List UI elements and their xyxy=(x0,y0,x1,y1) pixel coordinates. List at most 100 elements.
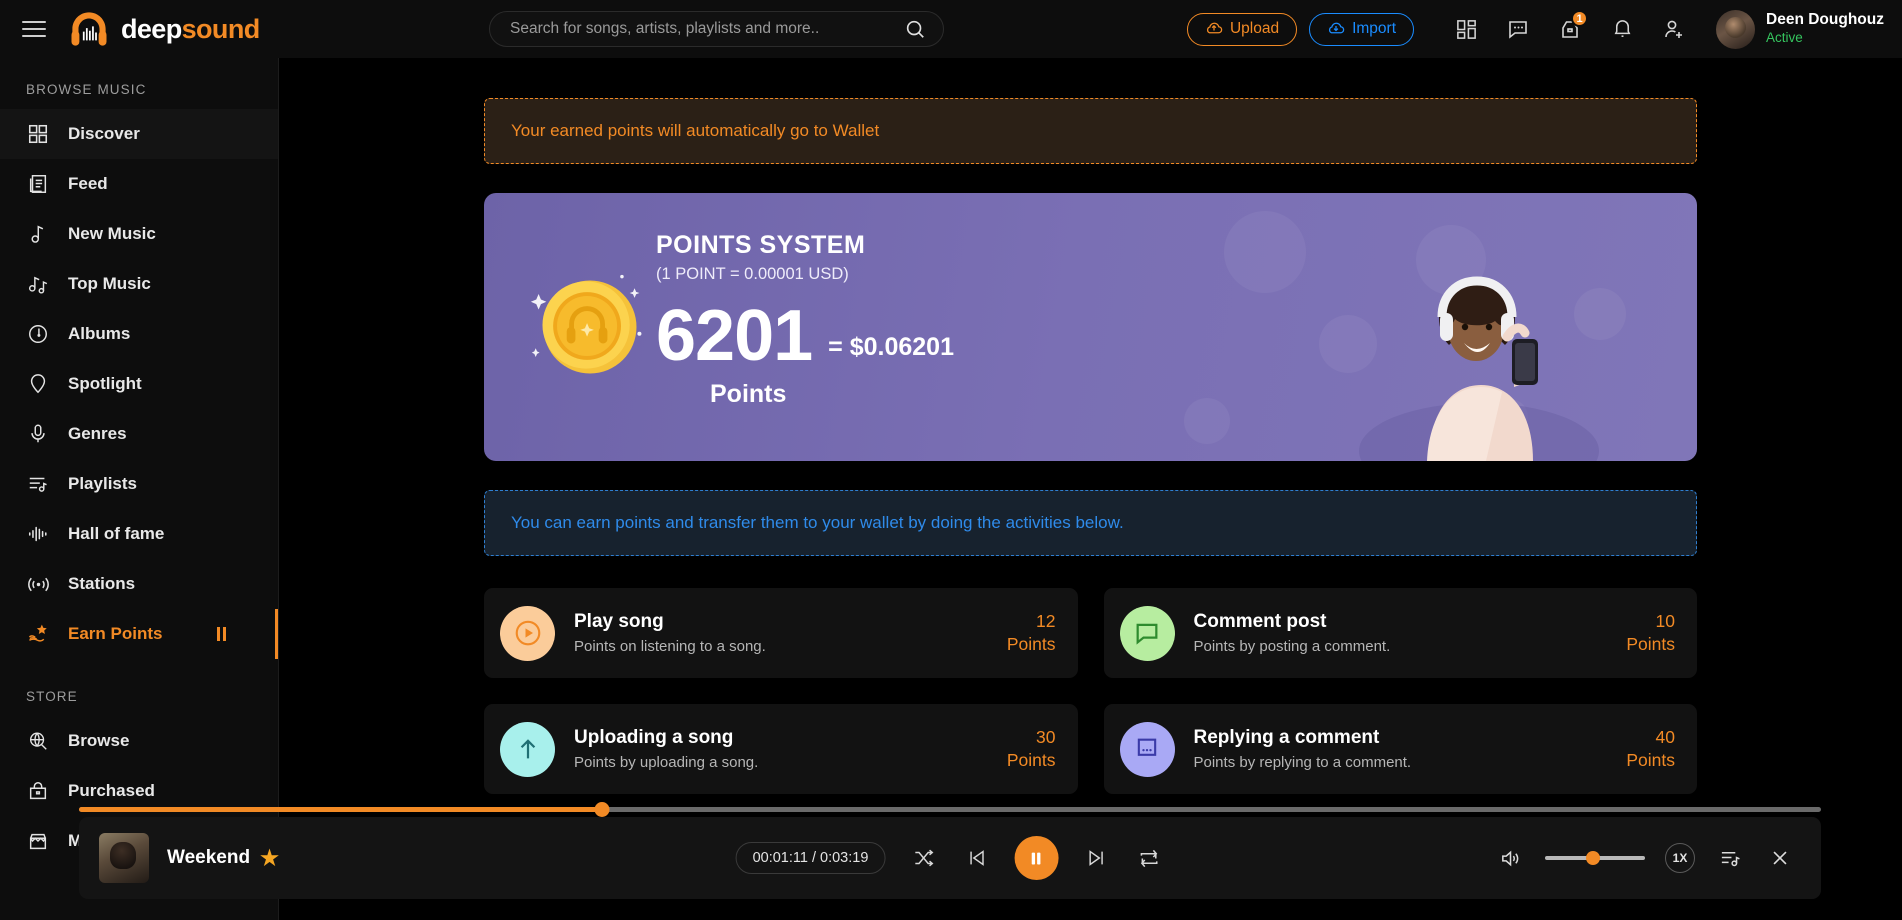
activity-points: 40 Points xyxy=(1626,726,1675,772)
chat-bubble-icon[interactable] xyxy=(1501,12,1535,46)
now-playing-indicator xyxy=(217,627,226,641)
activity-cards-grid: Play song Points on listening to a song.… xyxy=(484,588,1697,794)
activity-card-comment-post[interactable]: Comment post Points by posting a comment… xyxy=(1103,588,1697,678)
play-circle-icon xyxy=(500,605,555,661)
sidebar-item-feed[interactable]: Feed xyxy=(0,159,278,209)
playback-speed-button[interactable]: 1X xyxy=(1665,843,1695,873)
volume-slider[interactable] xyxy=(1545,851,1645,865)
playback-progress-bar[interactable] xyxy=(79,802,1821,817)
broadcast-icon xyxy=(26,572,50,596)
sidebar-item-new-music[interactable]: New Music xyxy=(0,209,278,259)
search-icon[interactable] xyxy=(901,15,929,43)
sidebar-item-genres[interactable]: Genres xyxy=(0,409,278,459)
sidebar-section-store: STORE xyxy=(26,689,78,704)
player-controls: 00:01:11 / 0:03:19 xyxy=(735,836,1165,880)
activity-card-uploading-song[interactable]: Uploading a song Points by uploading a s… xyxy=(484,704,1078,794)
sidebar-label: Top Music xyxy=(68,274,151,293)
coin-icon xyxy=(530,274,642,374)
sidebar-label: Genres xyxy=(68,424,127,443)
brand-logo-link[interactable]: deepsound xyxy=(68,8,260,50)
activity-points: 12 Points xyxy=(1007,610,1056,656)
sidebar-item-discover[interactable]: Discover xyxy=(0,109,278,159)
volume-knob[interactable] xyxy=(1586,851,1600,865)
wallet-warning-banner: Your earned points will automatically go… xyxy=(484,98,1697,164)
sidebar-section-browse: BROWSE MUSIC xyxy=(26,82,147,97)
activity-card-play-song[interactable]: Play song Points on listening to a song.… xyxy=(484,588,1078,678)
activity-text: Replying a comment Points by replying to… xyxy=(1194,727,1627,771)
volume-icon[interactable] xyxy=(1495,843,1525,873)
earn-points-info-banner: You can earn points and transfer them to… xyxy=(484,490,1697,556)
activity-title: Comment post xyxy=(1193,611,1327,632)
previous-icon[interactable] xyxy=(961,843,991,873)
activity-desc: Points on listening to a song. xyxy=(574,638,766,655)
music-note-icon xyxy=(26,222,50,246)
track-title-wrap: Weekend ★ xyxy=(167,846,279,871)
sidebar-item-top-music[interactable]: Top Music xyxy=(0,259,278,309)
upload-cloud-icon xyxy=(1206,22,1223,34)
microphone-icon xyxy=(26,422,50,446)
points-value-row: 6201 = $0.06201 xyxy=(656,300,954,372)
progress-fill xyxy=(79,807,602,812)
progress-knob[interactable] xyxy=(594,802,610,817)
feed-icon xyxy=(26,172,50,196)
upload-button[interactable]: Upload xyxy=(1186,12,1298,46)
playback-time: 00:01:11 / 0:03:19 xyxy=(735,842,886,874)
sidebar-label: Browse xyxy=(68,731,130,750)
search-input[interactable] xyxy=(510,20,901,38)
sidebar-item-albums[interactable]: Albums xyxy=(0,309,278,359)
sidebar-item-spotlight[interactable]: Spotlight xyxy=(0,359,278,409)
brand-wordmark: deepsound xyxy=(121,14,260,45)
profile-status: Active xyxy=(1766,30,1803,46)
sidebar-item-hall-of-fame[interactable]: Hall of fame xyxy=(0,509,278,559)
deepsound-app: deepsound Upload xyxy=(0,0,1902,920)
sidebar-label: Discover xyxy=(68,124,140,143)
sidebar-item-earn-points[interactable]: Earn Points xyxy=(0,609,278,659)
next-icon[interactable] xyxy=(1081,843,1111,873)
sidebar-item-stations[interactable]: Stations xyxy=(0,559,278,609)
queue-icon[interactable] xyxy=(1715,843,1745,873)
activity-points-unit: Points xyxy=(1626,750,1675,770)
bag-icon xyxy=(26,779,50,803)
comment-icon xyxy=(1119,605,1175,661)
left-sidebar: BROWSE MUSIC Discover Feed New Music Top… xyxy=(0,58,279,920)
info-banner-wrap: You can earn points and transfer them to… xyxy=(279,490,1902,556)
sidebar-item-playlists[interactable]: Playlists xyxy=(0,459,278,509)
activity-points-unit: Points xyxy=(1626,634,1675,654)
hamburger-icon[interactable] xyxy=(22,19,48,39)
header-actions: Upload Import 1 Deen Doughouz Active xyxy=(1186,0,1884,58)
album-cover xyxy=(99,833,149,883)
shuffle-icon[interactable] xyxy=(908,843,938,873)
inbox-icon[interactable]: 1 xyxy=(1553,10,1589,46)
sidebar-label: Playlists xyxy=(68,474,137,493)
sidebar-item-browse[interactable]: Browse xyxy=(0,716,278,766)
headphones-logo-icon xyxy=(71,12,107,46)
activity-title: Play song xyxy=(574,611,664,632)
sidebar-label: Purchased xyxy=(68,781,155,800)
add-friend-icon[interactable] xyxy=(1657,12,1691,46)
main-content: Your earned points will automatically go… xyxy=(279,58,1902,920)
grid-apps-icon[interactable] xyxy=(1449,12,1483,46)
activity-card-replying-comment[interactable]: Replying a comment Points by replying to… xyxy=(1103,704,1697,794)
pause-icon[interactable] xyxy=(1014,836,1059,880)
search-box[interactable] xyxy=(489,11,944,47)
import-button[interactable]: Import xyxy=(1309,12,1415,46)
close-icon[interactable] xyxy=(1765,843,1795,873)
repeat-icon[interactable] xyxy=(1134,843,1164,873)
activity-points-unit: Points xyxy=(1006,750,1056,770)
user-profile-menu[interactable]: Deen Doughouz Active xyxy=(1716,9,1884,49)
activity-desc: Points by replying to a comment. xyxy=(1193,754,1412,771)
points-usd-value: = $0.06201 xyxy=(828,333,954,362)
points-info: POINTS SYSTEM (1 POINT = 0.00001 USD) 62… xyxy=(656,231,954,409)
activity-desc: Points by uploading a song. xyxy=(574,754,759,771)
profile-text: Deen Doughouz Active xyxy=(1766,11,1884,46)
earn-points-page: Your earned points will automatically go… xyxy=(279,58,1902,794)
star-icon[interactable]: ★ xyxy=(260,846,279,871)
sidebar-label: New Music xyxy=(68,224,156,243)
grid-icon xyxy=(26,122,50,146)
bell-icon[interactable] xyxy=(1605,12,1639,46)
track-title: Weekend xyxy=(167,847,251,868)
import-label: Import xyxy=(1352,20,1397,37)
activity-points-value: 10 xyxy=(1655,611,1675,632)
sidebar-label: Spotlight xyxy=(68,374,142,393)
player-track-info: Weekend ★ xyxy=(99,833,279,883)
